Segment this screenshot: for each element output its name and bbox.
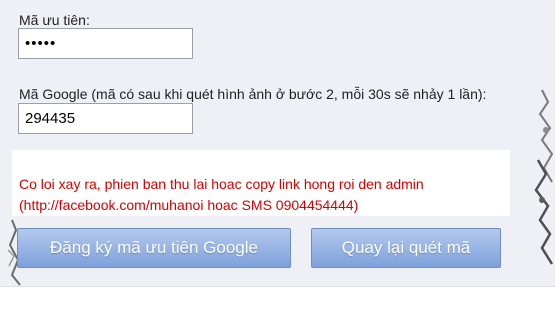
error-message: Co loi xay ra, phien ban thu lai hoac co… [19, 174, 499, 216]
register-google-priority-code-button[interactable]: Đăng ký mã ưu tiên Google [17, 228, 291, 268]
decorative-figure-right [534, 89, 554, 265]
google-code-field[interactable]: 294435 [18, 103, 193, 134]
error-message-line: (http://facebook.com/muhanoi hoac SMS 09… [19, 197, 359, 213]
error-message-line: Co loi xay ra, phien ban thu lai hoac co… [19, 176, 424, 192]
form-panel: Mã ưu tiên: ••••• Mã Google (mã có sau k… [0, 0, 555, 286]
priority-code-field[interactable]: ••••• [18, 28, 193, 59]
priority-code-label: Mã ưu tiên: [19, 12, 90, 28]
page-footer-area [0, 286, 555, 323]
error-message-box: Co loi xay ra, phien ban thu lai hoac co… [12, 150, 510, 216]
google-code-label: Mã Google (mã có sau khi quét hình ảnh ở… [19, 86, 487, 102]
rescan-code-button[interactable]: Quay lại quét mã [311, 228, 501, 268]
